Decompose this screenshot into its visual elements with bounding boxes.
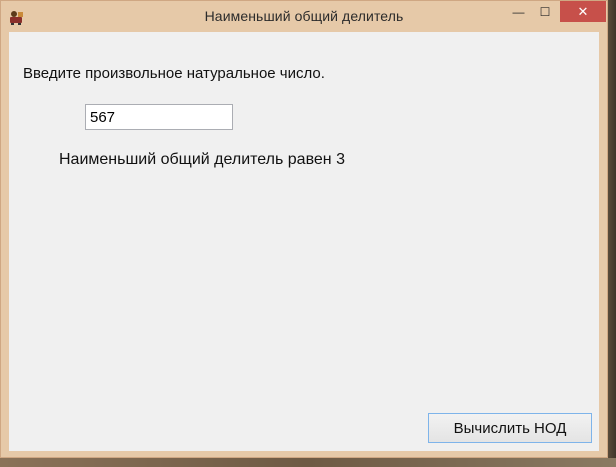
close-icon: ✕ — [577, 3, 589, 19]
result-label: Наименьший общий делитель равен 3 — [59, 151, 345, 168]
title-bar[interactable]: Наименьший общий делитель — ☐ ✕ — [1, 1, 607, 32]
maximize-icon: ☐ — [539, 4, 551, 19]
desktop-background-bottom — [0, 458, 616, 467]
calculate-gcd-button[interactable]: Вычислить НОД — [428, 413, 592, 443]
desktop-background-right — [608, 0, 616, 467]
app-window: Наименьший общий делитель — ☐ ✕ Введите … — [0, 0, 608, 458]
maximize-button[interactable]: ☐ — [532, 1, 558, 22]
close-button[interactable]: ✕ — [560, 1, 606, 22]
client-area: Введите произвольное натуральное число. … — [9, 32, 599, 451]
prompt-label: Введите произвольное натуральное число. — [23, 65, 325, 82]
number-input[interactable] — [85, 104, 233, 130]
minimize-icon: — — [512, 4, 525, 19]
minimize-button[interactable]: — — [505, 1, 532, 22]
